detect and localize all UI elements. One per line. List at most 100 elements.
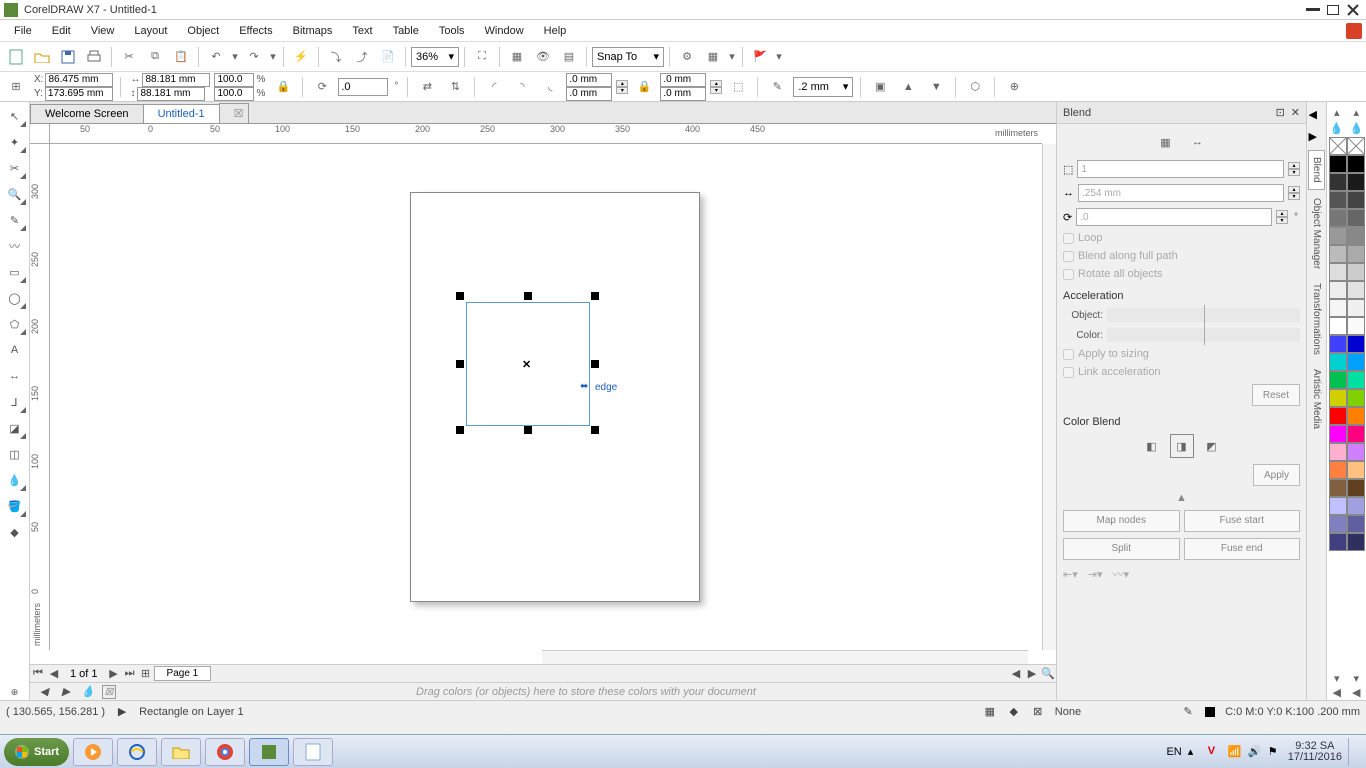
blend-steps-icon[interactable]: ▦ [1154,130,1178,154]
swatch-gray50[interactable] [1329,245,1347,263]
clock[interactable]: 9:32 SA 17/11/2016 [1288,741,1342,763]
swatch-black[interactable] [1329,155,1347,173]
handle-w[interactable] [456,360,464,368]
eyedropper-icon[interactable]: 💧 [80,684,96,700]
rotate-checkbox[interactable]: Rotate all objects [1063,268,1300,280]
polygon-tool[interactable]: ⬠ [3,312,27,336]
palette-up-icon[interactable]: ▴ [1334,106,1340,120]
undo-button[interactable]: ↶ [204,45,228,69]
fuse-start-button[interactable]: Fuse start [1184,510,1301,532]
fullpath-checkbox[interactable]: Blend along full path [1063,250,1300,262]
outline-pen-status-icon[interactable]: ✎ [1181,705,1195,719]
start-button[interactable]: Start [4,738,69,766]
handle-sw[interactable] [456,426,464,434]
ccw-blend-icon[interactable]: ◩ [1200,434,1224,458]
outline-width-combo[interactable]: .2 mm▾ [793,77,853,97]
ruler-horizontal[interactable]: 50 0 50 100 150 200 250 300 350 400 450 … [50,124,1042,144]
tab-untitled[interactable]: Untitled-1 [143,104,220,123]
swatch-gray60[interactable] [1329,227,1347,245]
tray-v-icon[interactable]: V [1208,745,1222,759]
corner3-input[interactable] [660,73,706,87]
fuse-end-button[interactable]: Fuse end [1184,538,1301,560]
smart-fill-tool[interactable]: ◆ [3,520,27,544]
x-position-input[interactable] [45,73,113,87]
dockertab-artistic-media[interactable]: Artistic Media [1309,363,1324,435]
palette-up-icon-2[interactable]: ▴ [1353,106,1359,120]
publish-pdf-button[interactable]: 📄 [376,45,400,69]
swatch-gray70[interactable] [1329,209,1347,227]
maximize-button[interactable] [1324,3,1342,17]
corner4-input[interactable] [660,87,706,101]
menu-help[interactable]: Help [534,23,577,39]
document-palette[interactable]: ◀ ▶ 💧 ⊠ Drag colors (or objects) here to… [30,682,1056,700]
swatch-blue[interactable] [1329,335,1347,353]
menu-file[interactable]: File [4,23,42,39]
cut-button[interactable]: ✂ [117,45,141,69]
swatch-gray55[interactable] [1347,245,1365,263]
next-page-button[interactable]: ▶ [106,666,122,682]
swatch-gray5[interactable] [1347,317,1365,335]
color-eyedropper-tool[interactable]: 💧 [3,468,27,492]
tab-close[interactable]: ☒ [219,103,249,123]
menu-layout[interactable]: Layout [124,23,177,39]
swatch-darkbrown[interactable] [1347,479,1365,497]
convert-curves-button[interactable]: ⬡ [963,75,987,99]
swatch-lightblue[interactable] [1329,497,1347,515]
color-icon[interactable]: ◆ [1007,705,1021,719]
ruler-origin[interactable] [30,124,50,144]
import-button[interactable]: ⤵ [324,45,348,69]
pick-tool[interactable]: ↖ [3,104,27,128]
menu-text[interactable]: Text [342,23,382,39]
task-chrome[interactable] [205,738,245,766]
swatch-darkblue[interactable] [1347,335,1365,353]
cw-blend-icon[interactable]: ◨ [1170,434,1194,458]
show-desktop-button[interactable] [1348,738,1356,766]
no-color-swatch[interactable]: ⊠ [102,685,116,699]
paste-button[interactable]: 📋 [169,45,193,69]
relative-corner-button[interactable]: ⬚ [726,75,750,99]
width-input[interactable] [142,73,210,87]
link-accel-checkbox[interactable]: Link acceleration [1063,366,1300,378]
redo-dropdown[interactable]: ▾ [268,45,278,69]
copy-button[interactable]: ⧉ [143,45,167,69]
quick-customize-button[interactable]: ⊕ [1002,75,1026,99]
menu-view[interactable]: View [81,23,125,39]
swatch-gray40[interactable] [1329,263,1347,281]
corner2-input[interactable] [566,87,612,101]
task-explorer[interactable] [161,738,201,766]
blend-spacing-icon[interactable]: ↔ [1186,130,1210,154]
tray-network-icon[interactable]: 📶 [1228,745,1242,759]
swatch-gray30[interactable] [1329,281,1347,299]
redo-button[interactable]: ↷ [242,45,266,69]
ruler-vertical[interactable]: 300 250 200 150 100 50 0 millimeters [30,144,50,650]
undo-dropdown[interactable]: ▾ [230,45,240,69]
tray-expand-icon[interactable]: ▴ [1188,745,1202,759]
wrap-text-button[interactable]: ▣ [868,75,892,99]
palette-scroll-left[interactable]: ◀ [36,684,52,700]
collapse-icon[interactable]: ▲ [1063,492,1300,504]
swatch-brown[interactable] [1329,479,1347,497]
swatch-gray35[interactable] [1347,281,1365,299]
end-object-icon[interactable]: ⇥▾ [1088,568,1103,581]
close-button[interactable] [1344,3,1362,17]
swatch-lavender[interactable] [1347,443,1365,461]
lock-ratio-button[interactable]: 🔒 [271,75,295,99]
start-object-icon[interactable]: ⇤▾ [1063,568,1078,581]
swatch-midnight[interactable] [1347,533,1365,551]
vertical-scrollbar[interactable] [1042,144,1056,650]
palette-menu[interactable]: ▶ [58,684,74,700]
y-position-input[interactable] [45,87,113,101]
crop-tool[interactable]: ✂ [3,156,27,180]
export-button[interactable]: ⤴ [350,45,374,69]
swatch-magenta[interactable] [1329,425,1347,443]
menu-window[interactable]: Window [475,23,534,39]
transparency-tool[interactable]: ◫ [3,442,27,466]
mirror-v-button[interactable]: ⇅ [443,75,467,99]
apply-sizing-checkbox[interactable]: Apply to sizing [1063,348,1300,360]
tray-volume-icon[interactable]: 🔊 [1248,745,1262,759]
snapto-combo[interactable]: Snap To▾ [592,47,664,67]
angle-input[interactable] [1076,208,1272,226]
add-page-button[interactable]: ⊞ [138,666,154,682]
canvas[interactable]: ✕ ⬌ edge [50,144,1042,650]
swatch-steelblue[interactable] [1347,515,1365,533]
